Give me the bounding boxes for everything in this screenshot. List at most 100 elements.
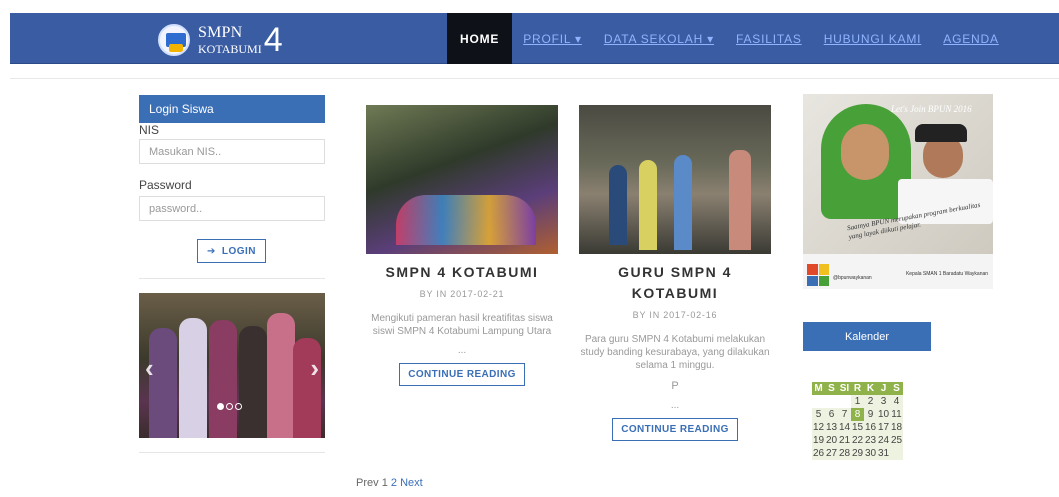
calendar-date[interactable]: 11 [890, 408, 903, 421]
nav-hubungi-kami[interactable]: HUBUNGI KAMI [813, 13, 933, 64]
post-image[interactable] [579, 105, 771, 254]
slider-dots [217, 403, 242, 410]
logo-number: 4 [263, 21, 283, 59]
nav-home[interactable]: HOME [447, 13, 513, 64]
calendar-date[interactable]: 25 [890, 434, 903, 447]
pager-page-2[interactable]: 2 [391, 477, 397, 489]
calendar-day-header: S [890, 382, 903, 395]
bpun-banner[interactable]: Let's Join BPUN 2016 Saatnya BPUN merupa… [803, 94, 993, 289]
calendar-date[interactable]: 8 [851, 408, 864, 421]
calendar-empty [890, 447, 903, 460]
pager-page-1[interactable]: 1 [382, 477, 388, 489]
password-input[interactable]: password.. [139, 196, 325, 221]
slider-dot[interactable] [226, 403, 233, 410]
post-image[interactable] [366, 105, 558, 254]
slider-dot[interactable] [217, 403, 224, 410]
calendar-date[interactable]: 27 [825, 447, 838, 460]
calendar-date[interactable]: 3 [877, 395, 890, 408]
calendar-empty [825, 395, 838, 408]
calendar-date[interactable]: 14 [838, 421, 851, 434]
nav-fasilitas[interactable]: FASILITAS [725, 13, 813, 64]
logo-line1: SMPN [198, 24, 243, 41]
calendar-date[interactable]: 9 [864, 408, 877, 421]
login-title: Login Siswa [139, 95, 325, 123]
post-ellipsis: ... [457, 345, 467, 356]
nis-label: NIS [139, 123, 160, 137]
continue-reading-button[interactable]: CONTINUE READING [612, 418, 738, 441]
nis-input[interactable]: Masukan NIS.. [139, 139, 325, 164]
post-card: SMPN 4 KOTABUMI BY IN 2017-02-21 Mengiku… [356, 262, 568, 386]
calendar-date[interactable]: 28 [838, 447, 851, 460]
nav-agenda[interactable]: AGENDA [932, 13, 1009, 64]
calendar-day-header: K [864, 382, 877, 395]
calendar-date[interactable]: 13 [825, 421, 838, 434]
logo-line2: KOTABUMI [198, 42, 262, 56]
calendar-date[interactable]: 20 [825, 434, 838, 447]
calendar-empty [812, 395, 825, 408]
post-title[interactable]: GURU SMPN 4 KOTABUMI [569, 262, 781, 304]
site-logo[interactable]: SMPN KOTABUMI 4 [158, 23, 283, 57]
kalender-title: Kalender [803, 322, 931, 351]
slider-prev-icon[interactable]: ‹ [145, 353, 154, 384]
calendar-date[interactable]: 5 [812, 408, 825, 421]
post-meta: BY IN 2017-02-21 [419, 289, 505, 299]
calendar-empty [838, 395, 851, 408]
pagination: Prev 1 2 Next [356, 477, 423, 489]
calendar-table: M S SI R K J S 1 2 3 4 5 6 7 8 9 10 11 12 13 14 15 16 17 18 19 20… [812, 382, 903, 460]
calendar-date[interactable]: 24 [877, 434, 890, 447]
post-extra: P [671, 380, 679, 392]
calendar-date[interactable]: 19 [812, 434, 825, 447]
calendar-date[interactable]: 15 [851, 421, 864, 434]
main-nav: HOME PROFIL ▾ DATA SEKOLAH ▾ FASILITAS H… [447, 13, 1010, 64]
calendar-date[interactable]: 29 [851, 447, 864, 460]
bpun-logo-icon [807, 264, 829, 286]
calendar-date[interactable]: 12 [812, 421, 825, 434]
calendar-day-header: J [877, 382, 890, 395]
post-card: GURU SMPN 4 KOTABUMI BY IN 2017-02-16 Pa… [569, 262, 781, 441]
calendar-day-header: S [825, 382, 838, 395]
top-navbar: SMPN KOTABUMI 4 HOME PROFIL ▾ DATA SEKOL… [10, 13, 1059, 64]
password-label: Password [139, 178, 192, 192]
nav-profil[interactable]: PROFIL ▾ [512, 13, 593, 64]
post-excerpt: Mengikuti pameran hasil kreatifitas sisw… [371, 313, 553, 337]
calendar-date[interactable]: 7 [838, 408, 851, 421]
header-divider [10, 78, 1059, 79]
sidebar-divider [139, 278, 325, 279]
login-widget: Login Siswa NIS Masukan NIS.. Password p… [139, 95, 325, 263]
calendar-date[interactable]: 1 [851, 395, 864, 408]
post-ellipsis: ... [670, 400, 680, 411]
calendar-date[interactable]: 2 [864, 395, 877, 408]
calendar-date[interactable]: 4 [890, 395, 903, 408]
continue-reading-button[interactable]: CONTINUE READING [399, 363, 525, 386]
calendar-date[interactable]: 26 [812, 447, 825, 460]
calendar-day-header: M [812, 382, 825, 395]
post-excerpt: Para guru SMPN 4 Kotabumi melakukan stud… [580, 334, 770, 371]
login-button[interactable]: ➔ LOGIN [197, 239, 266, 263]
login-button-label: LOGIN [221, 245, 257, 257]
slider-dot[interactable] [235, 403, 242, 410]
arrow-right-icon: ➔ [206, 245, 216, 257]
pager-next[interactable]: Next [400, 477, 423, 489]
sidebar-divider [139, 452, 325, 453]
calendar-date[interactable]: 21 [838, 434, 851, 447]
calendar-date[interactable]: 30 [864, 447, 877, 460]
banner-tagline: Let's Join BPUN 2016 [891, 104, 972, 114]
calendar-date[interactable]: 16 [864, 421, 877, 434]
calendar-date[interactable]: 31 [877, 447, 890, 460]
post-meta: BY IN 2017-02-16 [632, 310, 718, 320]
pager-prev[interactable]: Prev [356, 477, 379, 489]
post-title[interactable]: SMPN 4 KOTABUMI [356, 262, 568, 283]
calendar-date[interactable]: 18 [890, 421, 903, 434]
slider-next-icon[interactable]: › [310, 353, 319, 384]
photo-slider[interactable]: ‹ › [139, 293, 325, 438]
calendar-day-header: SI [838, 382, 851, 395]
calendar-date[interactable]: 6 [825, 408, 838, 421]
nav-data-sekolah[interactable]: DATA SEKOLAH ▾ [593, 13, 725, 64]
calendar-date[interactable]: 23 [864, 434, 877, 447]
calendar-day-header: R [851, 382, 864, 395]
banner-sign: Kepala SMAN 1 Baradatu Waykanan [905, 271, 989, 277]
calendar-date[interactable]: 10 [877, 408, 890, 421]
school-emblem-icon [158, 24, 190, 56]
calendar-date[interactable]: 17 [877, 421, 890, 434]
calendar-date[interactable]: 22 [851, 434, 864, 447]
